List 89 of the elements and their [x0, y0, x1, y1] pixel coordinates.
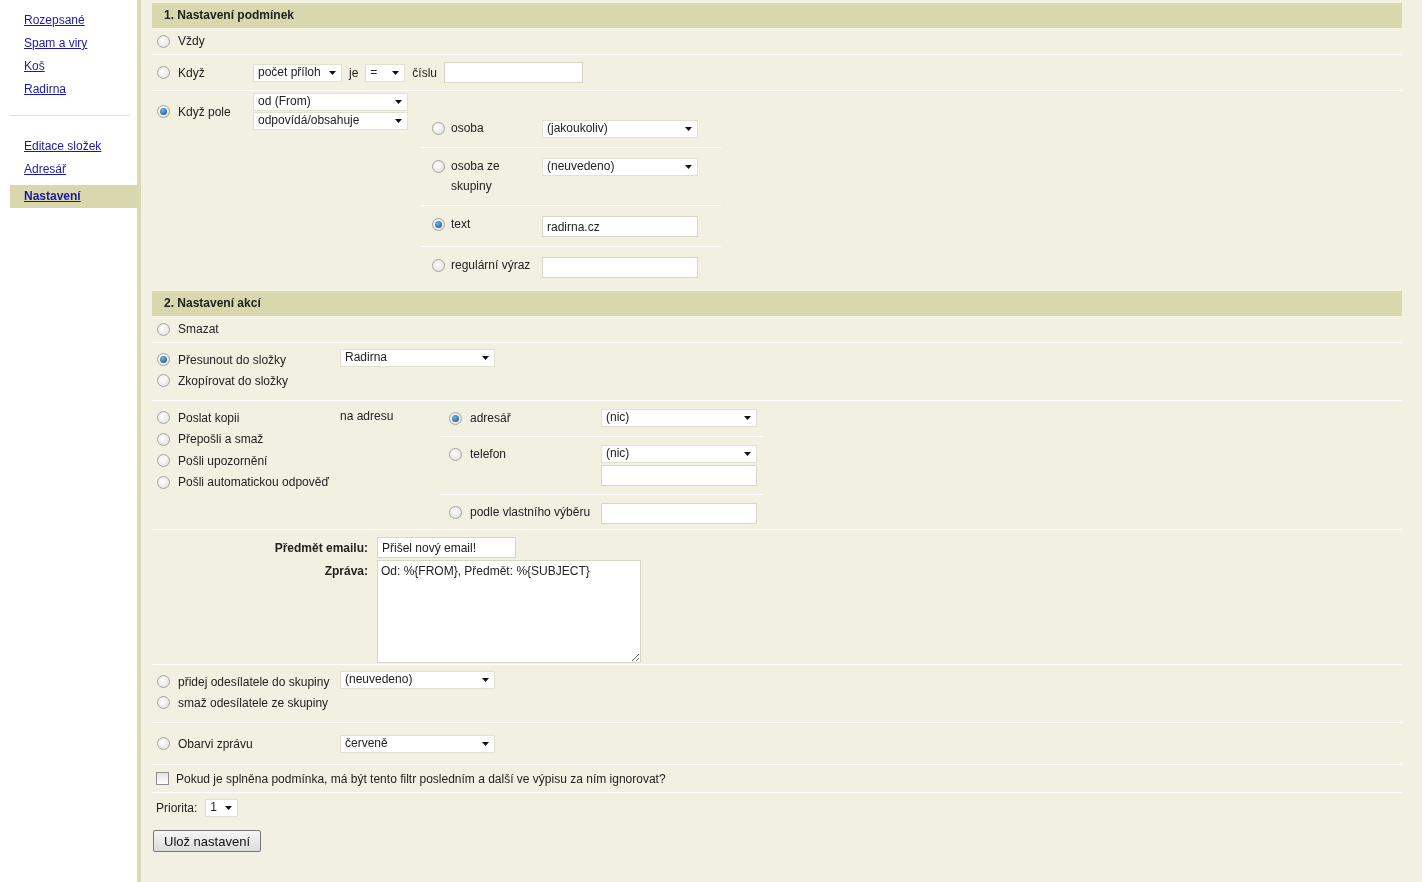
- option-label: Zkopírovat do složky: [178, 373, 289, 388]
- sidebar-link[interactable]: Spam a viry: [10, 32, 88, 55]
- sidebar-link[interactable]: Rozepsané: [10, 9, 85, 32]
- radio-button[interactable]: [157, 475, 170, 489]
- sidebar-link[interactable]: Radirna: [10, 78, 67, 101]
- save-button[interactable]: Ulož nastavení: [153, 830, 261, 852]
- radio-button[interactable]: [449, 411, 462, 425]
- caret-icon: [744, 452, 751, 456]
- dropdown[interactable]: (neuvedeno): [542, 158, 698, 176]
- dropdown[interactable]: počet příloh: [253, 63, 342, 82]
- input-field[interactable]: [601, 465, 757, 486]
- radio-button[interactable]: [157, 411, 170, 425]
- caret-icon: [329, 70, 336, 75]
- label: je: [349, 65, 359, 80]
- caret-icon: [225, 806, 233, 810]
- radio-button[interactable]: [157, 105, 170, 118]
- dropdown[interactable]: (nic): [601, 445, 757, 463]
- radio-button[interactable]: [157, 374, 170, 387]
- radio-button[interactable]: [157, 353, 170, 366]
- dropdown[interactable]: =: [365, 63, 406, 82]
- section-header: 2. Nastavení akcí: [152, 291, 1402, 316]
- message-field[interactable]: Od: %{FROM}, Předmět: %{SUBJECT}: [377, 560, 641, 663]
- sidebar-link[interactable]: Nastavení: [10, 185, 137, 208]
- option-label: Smazat: [178, 322, 219, 336]
- option-label: Přepošli a smaž: [178, 432, 264, 447]
- dropdown[interactable]: odpovídá/obsahuje: [253, 112, 408, 130]
- option-label: osoba: [451, 120, 484, 137]
- radio-button[interactable]: [449, 505, 462, 519]
- caret-icon: [744, 416, 751, 420]
- dropdown[interactable]: 1: [205, 799, 239, 817]
- dropdown[interactable]: (nic): [601, 409, 757, 427]
- label: Priorita:: [156, 801, 198, 815]
- option-label: Poslat kopii: [178, 410, 240, 425]
- input-field[interactable]: Přišel nový email!: [377, 537, 516, 558]
- radio-button[interactable]: [449, 447, 462, 461]
- caret-icon: [395, 100, 402, 104]
- option-label: regulární výraz: [451, 257, 531, 274]
- dropdown[interactable]: (neuvedeno): [340, 671, 495, 689]
- dropdown[interactable]: Radirna: [340, 349, 495, 367]
- radio-button[interactable]: [157, 322, 170, 336]
- option-label: Pošli automatickou odpověď: [178, 475, 329, 490]
- label: Zpráva:: [323, 563, 368, 578]
- radio-button[interactable]: [157, 737, 170, 750]
- radio-button[interactable]: [157, 34, 170, 48]
- caret-icon: [685, 127, 692, 131]
- section-header: 1. Nastavení podmínek: [152, 3, 1402, 28]
- dropdown[interactable]: (jakoukoliv): [542, 120, 698, 138]
- option-label: telefon: [470, 447, 507, 461]
- option-label: text: [451, 216, 471, 233]
- option-label: smaž odesílatele ze skupiny: [178, 695, 329, 710]
- radio-button[interactable]: [157, 696, 170, 709]
- dropdown[interactable]: od (From): [253, 93, 408, 111]
- option-label: adresář: [470, 411, 511, 425]
- radio-button[interactable]: [432, 160, 445, 173]
- caret-icon: [395, 119, 402, 123]
- option-label: Když: [178, 65, 205, 80]
- dropdown[interactable]: červeně: [340, 734, 495, 753]
- input-field[interactable]: [444, 62, 584, 83]
- caret-icon: [482, 741, 489, 746]
- radio-button[interactable]: [157, 675, 170, 688]
- label: Předmět emailu:: [273, 540, 368, 555]
- label: na adresu: [340, 408, 395, 423]
- label: číslu: [412, 65, 438, 80]
- caret-icon: [482, 678, 489, 682]
- caret-icon: [392, 70, 400, 75]
- input-field[interactable]: radirna.cz: [542, 216, 698, 237]
- checkbox-label: Pokud je splněna podmínka, má být tento filtr posledním a další ve výpisu za ním ignorovat?: [176, 771, 666, 786]
- caret-icon: [482, 356, 489, 360]
- input-field[interactable]: [542, 257, 698, 278]
- option-label: Pošli upozornění: [178, 453, 268, 468]
- sidebar-link[interactable]: Editace složek: [10, 135, 102, 158]
- option-label: Vždy: [178, 34, 205, 48]
- option-label: osoba ze skupiny: [451, 158, 501, 195]
- option-label: Když pole: [178, 104, 231, 119]
- radio-button[interactable]: [157, 432, 170, 446]
- option-label: Přesunout do složky: [178, 352, 287, 367]
- option-label: Obarvi zprávu: [178, 736, 253, 751]
- sidebar-link[interactable]: Koš: [10, 55, 45, 78]
- caret-icon: [685, 165, 692, 169]
- radio-button[interactable]: [157, 454, 170, 468]
- option-label: přidej odesílatele do skupiny: [178, 674, 330, 689]
- radio-button[interactable]: [432, 259, 445, 272]
- option-label: podle vlastního výběru: [470, 505, 591, 519]
- sidebar-link[interactable]: Adresář: [10, 158, 67, 181]
- radio-button[interactable]: [432, 218, 445, 231]
- radio-button[interactable]: [157, 66, 170, 79]
- input-field[interactable]: [601, 503, 757, 524]
- checkbox[interactable]: [156, 772, 169, 785]
- radio-button[interactable]: [432, 122, 445, 135]
